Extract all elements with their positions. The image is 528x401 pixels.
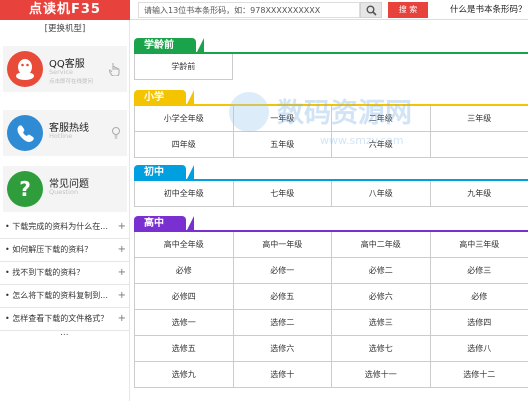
grade-cell[interactable]: 必修二 (332, 258, 431, 284)
grade-cell[interactable]: 选修十 (233, 362, 332, 388)
grade-cell[interactable]: 选修六 (233, 336, 332, 362)
qq-service-subtitle: Service (49, 68, 74, 76)
grade-cell[interactable]: 四年级 (135, 132, 234, 158)
grade-cell[interactable]: 学龄前 (135, 54, 233, 80)
question-icon: ? (7, 171, 43, 207)
grade-cell[interactable]: 选修一 (135, 310, 234, 336)
grade-cell[interactable]: 选修五 (135, 336, 234, 362)
qq-icon (7, 51, 43, 87)
grade-cell[interactable]: 高中二年级 (332, 232, 431, 258)
grade-cell[interactable]: 选修十二 (430, 362, 528, 388)
grade-cell[interactable]: 高中一年级 (233, 232, 332, 258)
grade-cell[interactable]: 初中全年级 (135, 181, 234, 207)
qq-service-note: 点击即可在线提问 (49, 79, 94, 85)
grade-cell-empty (430, 132, 528, 158)
grade-cell[interactable]: 必修 (430, 284, 528, 310)
grade-cell[interactable]: 必修 (135, 258, 234, 284)
grade-cell[interactable]: 七年级 (233, 181, 332, 207)
faq-item-label: 下载完成的资料为什么在... (12, 222, 108, 231)
grade-cell[interactable]: 五年级 (233, 132, 332, 158)
hotline-subtitle: Hotline (49, 132, 73, 140)
faq-item[interactable]: • 下载完成的资料为什么在... + (0, 216, 130, 239)
grade-cell[interactable]: 必修一 (233, 258, 332, 284)
grade-cell[interactable]: 选修四 (430, 310, 528, 336)
faq-subtitle: Question (49, 188, 79, 196)
faq-card[interactable]: ? 常见问题 Question (3, 166, 127, 212)
sidebar: [更换机型] QQ客服 Service 点击即可在线提问 客服热线 Hotlin… (0, 20, 130, 401)
grade-cell[interactable]: 六年级 (332, 132, 431, 158)
qq-service-card[interactable]: QQ客服 Service 点击即可在线提问 (3, 46, 127, 92)
faq-item[interactable]: • 怎么将下载的资料复制到... + (0, 285, 130, 308)
expand-icon[interactable]: + (118, 239, 126, 261)
hotline-card[interactable]: 客服热线 Hotline (3, 110, 127, 156)
search-button[interactable]: 搜 索 (388, 2, 428, 18)
grade-cell[interactable]: 选修九 (135, 362, 234, 388)
faq-item-label: 怎么将下载的资料复制到... (12, 291, 108, 300)
top-bar: 点读机F35 搜 索 什么是书本条形码？ (0, 0, 528, 20)
grade-cell[interactable]: 必修六 (332, 284, 431, 310)
pointer-hand-icon (109, 63, 120, 76)
faq-more[interactable]: ... (60, 328, 69, 338)
section-senior: 高中 高中全年级 高中一年级 高中二年级 高中三年级 必修 必修一 必修二 必修… (134, 216, 528, 388)
section-primary: 小学 小学全年级 一年级 二年级 三年级 四年级 五年级 六年级 (134, 90, 528, 158)
grade-cell[interactable]: 必修四 (135, 284, 234, 310)
svg-text:?: ? (19, 177, 31, 201)
grade-cell[interactable]: 必修五 (233, 284, 332, 310)
grade-cell[interactable]: 高中全年级 (135, 232, 234, 258)
grade-cell[interactable]: 选修十一 (332, 362, 431, 388)
barcode-search-input[interactable] (138, 2, 360, 18)
change-model-link[interactable]: [更换机型] (0, 22, 130, 34)
expand-icon[interactable]: + (118, 308, 126, 330)
section-junior: 初中 初中全年级 七年级 八年级 九年级 (134, 165, 528, 207)
grade-cell[interactable]: 一年级 (233, 106, 332, 132)
grade-cell[interactable]: 三年级 (430, 106, 528, 132)
barcode-help-link[interactable]: 什么是书本条形码？ (450, 0, 527, 20)
grade-cell[interactable]: 必修三 (430, 258, 528, 284)
expand-icon[interactable]: + (118, 216, 126, 238)
phone-icon (7, 115, 43, 151)
grade-cell[interactable]: 选修八 (430, 336, 528, 362)
grade-cell[interactable]: 选修二 (233, 310, 332, 336)
faq-list: • 下载完成的资料为什么在... + • 如何解压下载的资料？ + • 找不到下载的… (0, 216, 130, 331)
grade-cell[interactable]: 八年级 (332, 181, 431, 207)
device-title: 点读机F35 (0, 0, 130, 20)
faq-item-label: 怎样查看下载的文件格式？ (12, 314, 109, 323)
search-icon (366, 5, 377, 16)
grade-cell[interactable]: 二年级 (332, 106, 431, 132)
grade-cell[interactable]: 九年级 (430, 181, 528, 207)
search-icon-button[interactable] (360, 2, 382, 18)
faq-item[interactable]: • 如何解压下载的资料？ + (0, 239, 130, 262)
grade-cell[interactable]: 选修七 (332, 336, 431, 362)
expand-icon[interactable]: + (118, 285, 126, 307)
bulb-icon (112, 127, 120, 139)
grade-cell[interactable]: 选修三 (332, 310, 431, 336)
faq-item-label: 如何解压下载的资料？ (12, 245, 93, 254)
grade-selector: 学龄前 学龄前 小学 小学全年级 一年级 二年级 三年级 四年级 五年级 六年级… (134, 20, 528, 401)
senior-grid: 高中全年级 高中一年级 高中二年级 高中三年级 必修 必修一 必修二 必修三 必… (134, 232, 528, 388)
grade-cell[interactable]: 高中三年级 (430, 232, 528, 258)
faq-item-label: 找不到下载的资料？ (12, 268, 85, 277)
expand-icon[interactable]: + (118, 262, 126, 284)
section-preschool: 学龄前 学龄前 (134, 38, 528, 80)
faq-item[interactable]: • 找不到下载的资料？ + (0, 262, 130, 285)
grade-cell[interactable]: 小学全年级 (135, 106, 234, 132)
